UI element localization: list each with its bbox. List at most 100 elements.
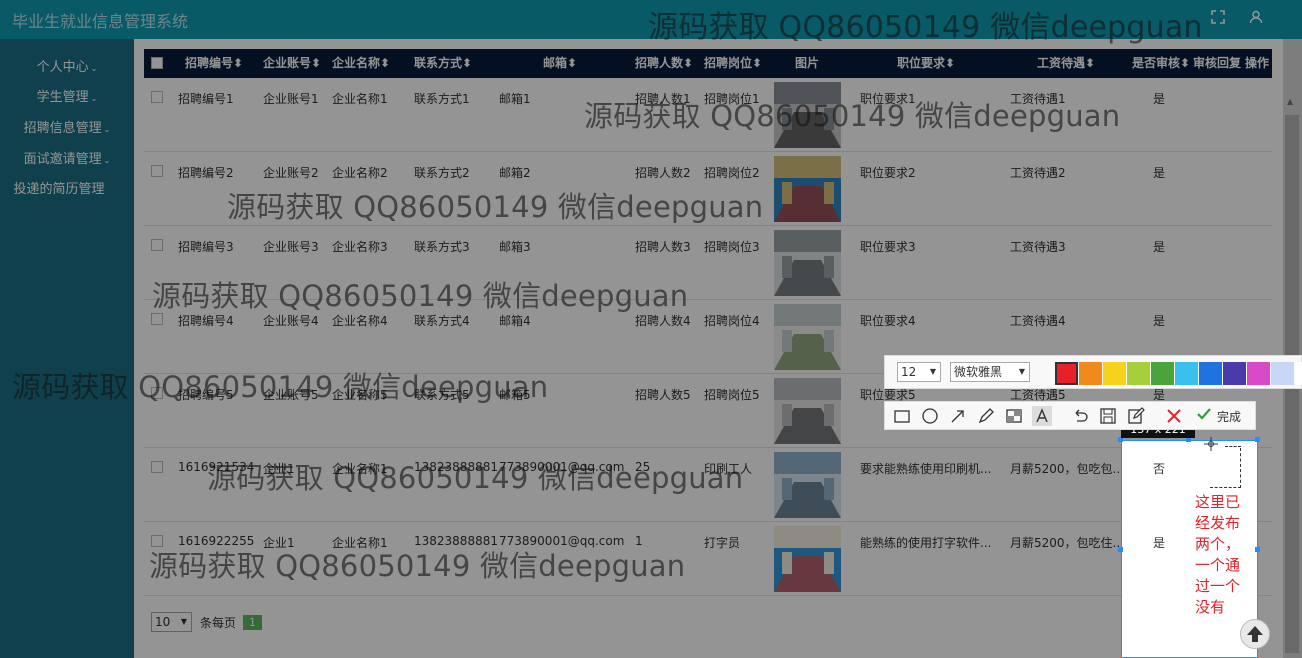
job-image[interactable] [774, 452, 841, 518]
audit-status: 是 [1153, 536, 1166, 550]
sidebar-item-label: 个人中心 [36, 60, 89, 75]
text-input-box-edge [1225, 446, 1241, 447]
save-icon[interactable] [1098, 406, 1118, 426]
column-header[interactable]: 职位要求⬍ [897, 49, 955, 78]
color-swatch[interactable] [1223, 362, 1246, 385]
arrow-icon[interactable] [948, 406, 968, 426]
color-swatch[interactable] [1151, 362, 1174, 385]
color-swatch[interactable] [1079, 362, 1102, 385]
column-header[interactable]: 联系方式⬍ [414, 49, 472, 78]
scroll-up-icon[interactable]: ▲ [1287, 97, 1293, 106]
resize-handle[interactable] [1255, 547, 1260, 552]
sidebar-item-interview[interactable]: 面试邀请管理 ⌄ [0, 148, 134, 172]
table-cell: 邮箱3 [499, 240, 531, 254]
watermark: 源码获取 QQ86050149 微信deepguan [152, 279, 689, 313]
column-header[interactable]: 邮箱⬍ [543, 49, 577, 78]
user-icon[interactable] [1243, 6, 1269, 28]
watermark: 源码获取 QQ86050149 微信deepguan [584, 99, 1121, 133]
column-header[interactable]: 企业名称⬍ [332, 49, 390, 78]
job-image[interactable] [774, 304, 841, 370]
table-cell: 企业名称2 [332, 166, 388, 180]
column-header[interactable]: 招聘人数⬍ [635, 49, 693, 78]
color-swatch[interactable] [1055, 362, 1078, 385]
table-cell: 是 [1153, 240, 1166, 254]
sidebar-item-personal-center[interactable]: 个人中心 ⌄ [0, 56, 134, 80]
table-cell: 能熟练的使用打字软件... [860, 536, 990, 550]
table-cell: 企业账号2 [263, 166, 319, 180]
sort-icon: ⬍ [462, 56, 473, 70]
column-header[interactable]: 企业账号⬍ [263, 49, 321, 78]
watermark: 源码获取 QQ86050149 微信deepguan [227, 190, 764, 224]
chevron-down-icon: ▼ [929, 367, 936, 376]
mosaic-icon[interactable] [1004, 406, 1024, 426]
column-header[interactable]: 招聘岗位⬍ [704, 49, 762, 78]
rectangle-icon[interactable] [892, 406, 912, 426]
sidebar-item-recruitment[interactable]: 招聘信息管理 ⌄ [0, 117, 134, 141]
row-checkbox[interactable] [151, 461, 163, 473]
page-button[interactable]: 1 [243, 615, 262, 630]
watermark: 源码获取 QQ86050149 微信deepguan [207, 461, 744, 495]
resize-handle[interactable] [1118, 547, 1123, 552]
chevron-down-icon: ▼ [180, 617, 187, 626]
color-swatch[interactable] [1103, 362, 1126, 385]
sort-icon: ⬍ [1085, 56, 1096, 70]
job-image[interactable] [774, 156, 841, 222]
table-cell: 企业名称3 [332, 240, 388, 254]
sort-icon: ⬍ [567, 56, 578, 70]
done-button[interactable]: 完成 [1217, 408, 1241, 425]
color-swatch[interactable] [1247, 362, 1270, 385]
job-image[interactable] [774, 230, 841, 296]
font-family-select[interactable]: 微软雅黑 ▼ [950, 362, 1030, 382]
job-image[interactable] [774, 526, 841, 592]
color-swatch[interactable] [1175, 362, 1198, 385]
table-cell: 职位要求3 [860, 240, 916, 254]
select-all-checkbox[interactable] [151, 57, 163, 69]
table-cell: 要求能熟练使用印刷机... [860, 462, 990, 476]
column-header: 审核回复 [1193, 56, 1242, 70]
row-checkbox[interactable] [151, 239, 163, 251]
resize-handle[interactable] [1255, 437, 1260, 442]
undo-icon[interactable] [1070, 406, 1090, 426]
back-to-top-button[interactable] [1240, 619, 1270, 649]
sidebar-item-students[interactable]: 学生管理 ⌄ [0, 86, 134, 110]
ellipse-icon[interactable] [920, 406, 940, 426]
color-swatch[interactable] [1127, 362, 1150, 385]
pen-icon[interactable] [976, 406, 996, 426]
row-checkbox[interactable] [151, 165, 163, 177]
sidebar-item-label: 面试邀请管理 [23, 152, 102, 167]
font-size-select[interactable]: 12 ▼ [897, 362, 941, 382]
column-header[interactable]: 是否审核⬍ [1132, 49, 1190, 78]
table-cell: 企业账号1 [263, 92, 319, 106]
text-input-box[interactable] [1210, 448, 1241, 488]
table-cell: 企业名称1 [332, 92, 388, 106]
sort-icon: ⬍ [1180, 56, 1191, 70]
job-image[interactable] [774, 378, 841, 444]
table-cell: 是 [1153, 166, 1166, 180]
column-header[interactable]: 工资待遇⬍ [1037, 49, 1095, 78]
table-cell: 企业账号3 [263, 240, 319, 254]
text-icon[interactable] [1032, 406, 1052, 426]
chevron-down-icon: ▼ [1018, 367, 1025, 376]
sidebar-item-resumes[interactable]: 投递的简历管理 [0, 178, 126, 202]
color-swatch[interactable] [1199, 362, 1222, 385]
column-header[interactable]: 招聘编号⬍ [185, 49, 243, 78]
table-cell: 职位要求2 [860, 166, 916, 180]
close-icon[interactable] [1164, 406, 1184, 426]
crosshair-icon [1204, 437, 1218, 451]
sidebar-item-label: 投递的简历管理 [13, 182, 105, 197]
table-cell: 招聘人数2 [635, 166, 691, 180]
table-cell: 招聘岗位3 [704, 240, 760, 254]
sort-icon: ⬍ [945, 56, 956, 70]
table-cell: 联系方式2 [414, 166, 470, 180]
page-size-select[interactable]: 10 ▼ [151, 612, 192, 632]
edit-icon[interactable] [1126, 406, 1146, 426]
app-title: 毕业生就业信息管理系统 [12, 12, 189, 31]
row-checkbox[interactable] [151, 91, 163, 103]
color-swatch[interactable] [1295, 362, 1302, 385]
check-icon[interactable] [1196, 406, 1212, 422]
sort-icon: ⬍ [233, 56, 244, 70]
expand-icon[interactable] [1205, 6, 1231, 28]
annotation-text[interactable]: 这里已经发布两个，一个通过一个没有 [1195, 492, 1251, 618]
color-swatch[interactable] [1271, 362, 1294, 385]
watermark: 源码获取 QQ86050149 微信deepguan [149, 549, 686, 583]
